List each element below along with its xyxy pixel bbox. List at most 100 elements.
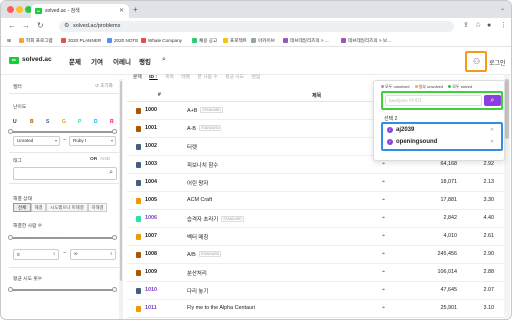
tier-bronze[interactable]: B <box>30 119 34 125</box>
problem-title[interactable]: A+B STANDARD <box>187 107 223 114</box>
table-row[interactable]: 1009 분산처리 ⌖ 106,014 2.88 <box>127 264 507 282</box>
problem-id[interactable]: 1000 <box>145 107 157 113</box>
bookmark-item[interactable]: 데브데일리즈의 > ... <box>283 37 329 45</box>
selected-user[interactable]: openingsound <box>396 139 437 145</box>
new-tab-icon[interactable]: + <box>133 5 138 15</box>
address-bar[interactable]: ⚙ solved.ac/problems <box>59 21 454 32</box>
state-unsolved[interactable]: 미해결 <box>88 203 107 212</box>
tries-slider[interactable] <box>9 289 116 291</box>
solvers-min-input[interactable]: 0 ⇕ <box>13 249 59 260</box>
solvers-max-input[interactable]: ∞ ⇕ <box>70 249 116 260</box>
problem-title[interactable]: A/B STANDARD <box>187 251 222 258</box>
tag-icon[interactable]: ⌖ <box>382 197 385 204</box>
tier-unrated[interactable]: U <box>13 119 17 125</box>
table-row[interactable]: 1004 어린 왕자 ⌖ 18,071 2.13 <box>127 174 507 192</box>
bookmark-item[interactable]: 2020 PLANNER <box>61 37 101 45</box>
sort-tries[interactable]: 평균 시도 <box>225 75 244 80</box>
tier-diamond[interactable]: D <box>94 119 98 125</box>
tag-icon[interactable]: ⌖ <box>382 269 385 276</box>
tier-platinum[interactable]: P <box>78 119 81 125</box>
check-icon[interactable]: ✓ <box>387 139 393 145</box>
solvers-slider[interactable] <box>9 237 116 239</box>
nav-problems[interactable]: 문제 <box>69 56 81 66</box>
problem-id[interactable]: 1007 <box>145 233 157 239</box>
problem-id[interactable]: 1002 <box>145 143 157 149</box>
solvers-slider-max-handle[interactable] <box>112 235 117 240</box>
stepper-icon[interactable]: ⇕ <box>53 251 56 256</box>
bookmark-item[interactable]: 학회 프로그램 <box>19 37 53 45</box>
bookmark-item[interactable]: 프로젝트 <box>223 37 247 45</box>
difficulty-slider[interactable] <box>9 131 116 133</box>
sort-solved[interactable]: 푼 사람 수 <box>197 75 217 80</box>
stepper-icon[interactable]: ⇕ <box>110 251 113 256</box>
tier-ruby[interactable]: R <box>110 119 114 125</box>
sort-random[interactable]: 랜덤 <box>251 75 260 80</box>
difficulty-slider-min-handle[interactable] <box>8 129 13 134</box>
site-info-icon[interactable]: ⚙ <box>64 21 69 32</box>
site-logo[interactable]: ac <box>9 57 19 64</box>
table-row[interactable]: 1011 Fly me to the Alpha Centauri ⌖ 25,901 3… <box>127 300 507 318</box>
problem-title[interactable]: ACM Craft <box>187 197 212 203</box>
tag-icon[interactable]: ⌖ <box>382 287 385 294</box>
apps-icon[interactable]: ⊞ <box>7 37 11 45</box>
tier-silver[interactable]: S <box>46 119 49 125</box>
problem-title[interactable]: 습격자 초라기 STANDARD <box>187 215 244 223</box>
difficulty-slider-max-handle[interactable] <box>112 129 117 134</box>
tries-slider-min-handle[interactable] <box>8 287 13 292</box>
problem-title[interactable]: 어린 왕자 <box>187 179 208 187</box>
table-row[interactable]: 1006 습격자 초라기 STANDARD ⌖ 2,842 4.40 <box>127 210 507 228</box>
bookmark-star-icon[interactable]: ☆ <box>475 21 481 31</box>
state-all[interactable]: 전체 <box>13 203 31 212</box>
tag-icon[interactable]: ⌖ <box>382 233 385 240</box>
reload-icon[interactable]: ↻ <box>37 21 44 31</box>
browser-tab[interactable]: ac solved.ac - 검색 ✕ <box>31 4 129 18</box>
sort-title[interactable]: 제목 <box>165 75 174 80</box>
problem-id[interactable]: 1003 <box>145 161 157 167</box>
minimize-window-icon[interactable] <box>16 6 23 13</box>
share-icon[interactable]: ⇪ <box>463 21 469 31</box>
state-solved[interactable]: 해결 <box>31 203 46 212</box>
sidebar-scrollbar[interactable] <box>119 79 123 319</box>
site-brand[interactable]: solved.ac <box>22 56 52 63</box>
problem-id[interactable]: 1005 <box>145 197 157 203</box>
tier-gold[interactable]: G <box>62 119 66 125</box>
tag-icon[interactable]: ⌖ <box>382 161 385 168</box>
menu-icon[interactable]: ⋮ <box>500 21 507 31</box>
user-search-button[interactable]: ⌕ <box>484 95 501 106</box>
close-tab-icon[interactable]: ✕ <box>119 4 124 18</box>
problem-title[interactable]: Fly me to the Alpha Centauri <box>187 305 255 311</box>
login-link[interactable]: 로그인 <box>489 58 506 67</box>
table-row[interactable]: 1005 ACM Craft ⌖ 17,881 3.30 <box>127 192 507 210</box>
tag-icon[interactable]: ⌖ <box>382 179 385 186</box>
column-header-id[interactable]: # <box>158 92 161 98</box>
problem-id[interactable]: 1009 <box>145 269 157 275</box>
tag-icon[interactable]: ⌖ <box>382 305 385 312</box>
problem-title[interactable]: 벡터 매칭 <box>187 233 208 241</box>
problem-id[interactable]: 1011 <box>145 305 157 311</box>
selected-user[interactable]: aj2039 <box>396 127 414 133</box>
difficulty-from-select[interactable]: Unrated ▾ <box>13 136 60 146</box>
bookmark-item[interactable]: 채용 공고 <box>192 37 217 45</box>
reset-filter-button[interactable]: ↺ 초기화 <box>95 83 113 89</box>
forward-icon[interactable]: → <box>22 21 30 31</box>
solvers-slider-min-handle[interactable] <box>8 235 13 240</box>
tab-search-icon[interactable]: ⌄ <box>500 5 505 12</box>
tries-slider-max-handle[interactable] <box>112 287 117 292</box>
sidebar-scroll-thumb[interactable] <box>120 81 122 281</box>
bookmark-item[interactable]: 데브데일리즈의 > 보... <box>341 37 391 45</box>
nav-contribute[interactable]: 기여 <box>91 56 103 66</box>
tag-icon[interactable]: ⌖ <box>382 251 385 258</box>
sort-id[interactable]: ID ↑ <box>149 75 158 80</box>
tag-search-input[interactable]: ⌕ <box>13 167 117 180</box>
problem-id[interactable]: 1010 <box>145 287 157 293</box>
close-window-icon[interactable] <box>7 6 14 13</box>
problem-id[interactable]: 1001 <box>145 125 157 131</box>
check-icon[interactable]: ✓ <box>387 127 393 133</box>
remove-user-icon[interactable]: ✕ <box>490 139 494 145</box>
tag-and-toggle[interactable]: AND <box>100 157 110 162</box>
problem-id[interactable]: 1004 <box>145 179 157 185</box>
remove-user-icon[interactable]: ✕ <box>490 127 494 133</box>
user-select-button[interactable]: ⚇ <box>465 51 487 72</box>
column-header-title[interactable]: 제목 <box>312 92 321 99</box>
sort-level[interactable]: 레벨 <box>181 75 190 80</box>
